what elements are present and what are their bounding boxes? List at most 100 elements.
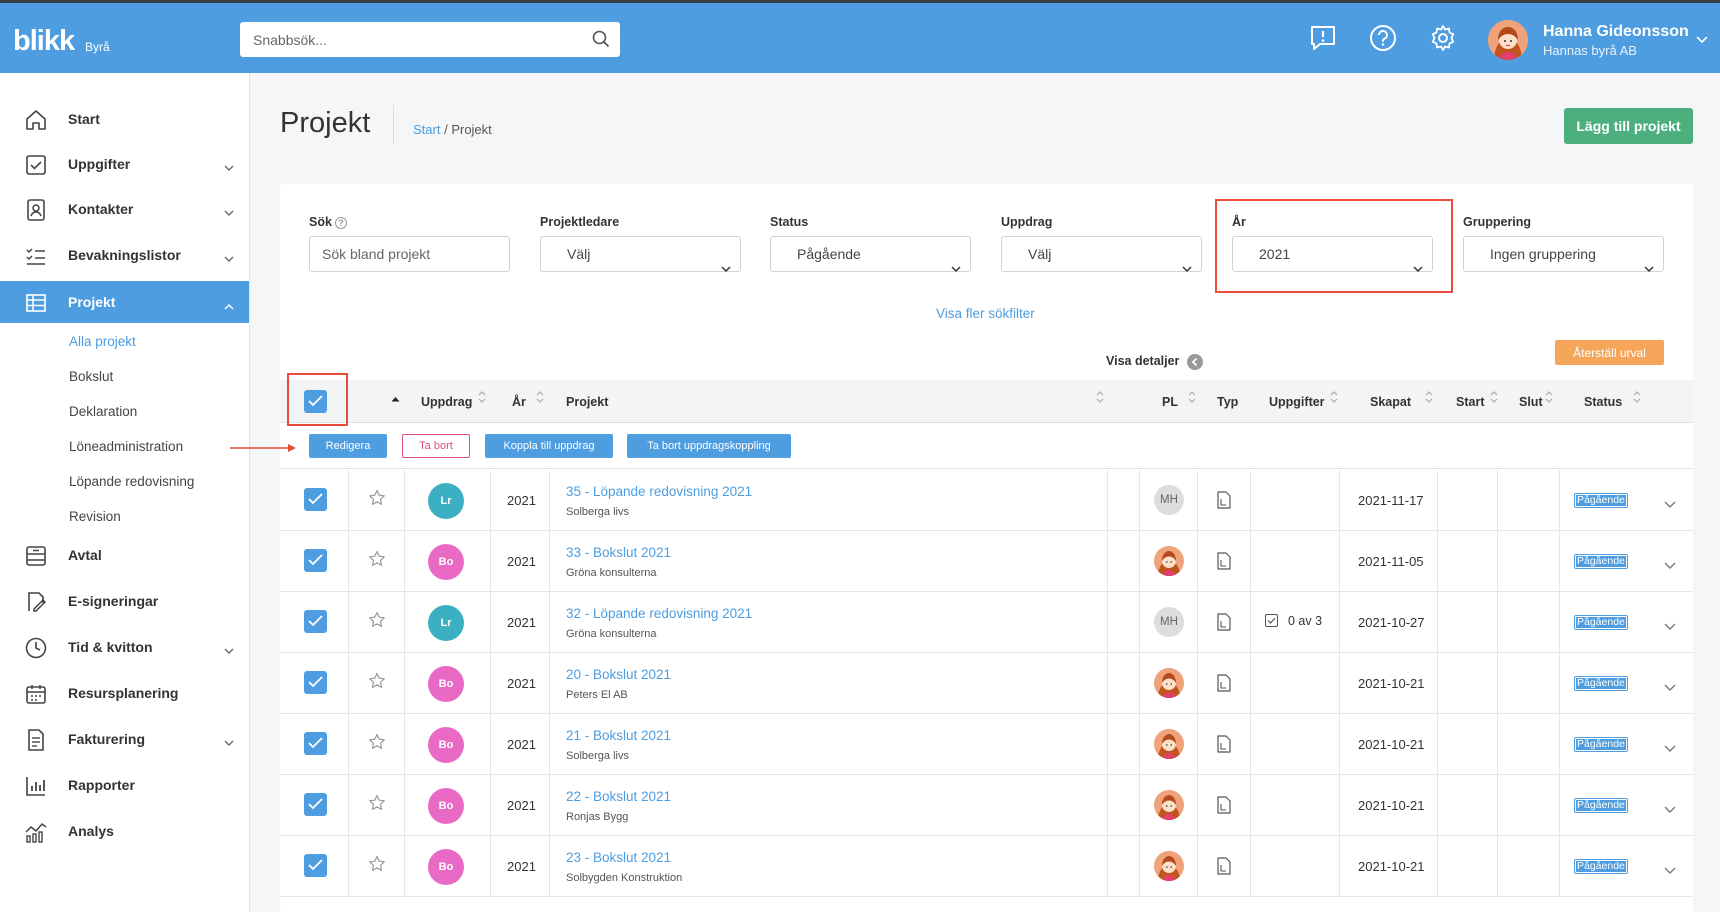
user-name[interactable]: Hanna Gideonsson — [1543, 23, 1689, 41]
sort-icon[interactable] — [1188, 390, 1196, 404]
chevron-down-icon[interactable] — [224, 734, 234, 752]
chevron-down-icon[interactable] — [1664, 679, 1676, 697]
table-row[interactable] — [280, 714, 1693, 775]
sidebar-subitem-lopande-redovisning[interactable]: Löpande redovisning — [69, 474, 194, 489]
sidebar-subitem-revision[interactable]: Revision — [69, 509, 121, 524]
row-checkbox[interactable] — [304, 488, 327, 511]
uppdrag-select[interactable]: Välj — [1001, 236, 1202, 273]
sidebar-subitem-alla-projekt[interactable]: Alla projekt — [69, 334, 136, 349]
quick-search[interactable] — [240, 22, 620, 57]
sort-icon[interactable] — [1425, 390, 1433, 404]
link-to-assignment-button[interactable]: Koppla till uppdrag — [485, 434, 613, 458]
star-icon[interactable] — [368, 611, 386, 634]
sort-icon[interactable] — [1633, 390, 1641, 404]
sidebar-subitem-deklaration[interactable]: Deklaration — [69, 404, 137, 419]
chevron-down-icon[interactable] — [1664, 618, 1676, 636]
reset-selection-button[interactable]: Återställ urval — [1555, 340, 1664, 365]
row-checkbox[interactable] — [304, 854, 327, 877]
sidebar-item-avtal[interactable]: Avtal — [0, 534, 249, 576]
breadcrumb-start[interactable]: Start — [413, 122, 440, 137]
column-header-skapat[interactable]: Skapat — [1370, 395, 1411, 409]
delete-button[interactable]: Ta bort — [402, 434, 470, 458]
chevron-down-icon[interactable] — [1664, 862, 1676, 880]
column-header-projekt[interactable]: Projekt — [566, 395, 608, 409]
row-checkbox[interactable] — [304, 549, 327, 572]
sidebar-item-rapporter[interactable]: Rapporter — [0, 764, 249, 806]
chevron-down-icon[interactable] — [1664, 496, 1676, 514]
status-select[interactable]: Pågående — [770, 236, 971, 273]
row-checkbox[interactable] — [304, 610, 327, 633]
chevron-down-icon[interactable] — [224, 250, 234, 268]
table-row[interactable] — [280, 775, 1693, 836]
star-icon[interactable] — [368, 550, 386, 573]
project-title-link[interactable]: 20 - Bokslut 2021 — [566, 667, 671, 682]
add-project-button[interactable]: Lägg till projekt — [1564, 108, 1693, 144]
chevron-down-icon[interactable] — [224, 159, 234, 177]
table-row[interactable] — [280, 653, 1693, 714]
chevron-up-icon[interactable] — [224, 297, 234, 315]
tasks-cell[interactable]: 0 av 3 — [1288, 614, 1322, 628]
sort-icon[interactable] — [478, 390, 486, 404]
star-icon[interactable] — [368, 855, 386, 878]
column-header-slut[interactable]: Slut — [1519, 395, 1543, 409]
table-row[interactable] — [280, 470, 1693, 531]
project-search-field[interactable] — [309, 236, 510, 272]
table-row[interactable] — [280, 836, 1693, 897]
star-icon[interactable] — [368, 489, 386, 512]
column-header-typ[interactable]: Typ — [1217, 395, 1238, 409]
column-header-start[interactable]: Start — [1456, 395, 1484, 409]
chevron-down-icon[interactable] — [224, 204, 234, 222]
column-header-uppdrag[interactable]: Uppdrag — [421, 395, 472, 409]
user-avatar[interactable] — [1488, 20, 1528, 60]
star-icon[interactable] — [368, 794, 386, 817]
sidebar-subitem-bokslut[interactable]: Bokslut — [69, 369, 113, 384]
sort-icon[interactable] — [1330, 390, 1338, 404]
table-row[interactable] — [280, 531, 1693, 592]
column-header-year[interactable]: År — [512, 395, 526, 409]
chevron-down-icon[interactable] — [1664, 557, 1676, 575]
sidebar-subitem-loneadministration[interactable]: Löneadministration — [69, 439, 183, 454]
edit-button[interactable]: Redigera — [309, 434, 387, 458]
sidebar-item-kontakter[interactable]: Kontakter — [0, 188, 249, 230]
chevron-left-icon[interactable] — [1187, 354, 1203, 370]
unlink-assignment-button[interactable]: Ta bort uppdragskoppling — [627, 434, 791, 458]
sidebar-item-e-signeringar[interactable]: E-signeringar — [0, 580, 249, 622]
sidebar-item-resursplanering[interactable]: Resursplanering — [0, 672, 249, 714]
project-title-link[interactable]: 22 - Bokslut 2021 — [566, 789, 671, 804]
sort-up-icon[interactable] — [391, 389, 400, 407]
sidebar-item-uppgifter[interactable]: Uppgifter — [0, 143, 249, 185]
show-details-label[interactable]: Visa detaljer — [1106, 354, 1179, 368]
search-icon[interactable] — [592, 30, 610, 53]
sidebar-item-bevakningslistor[interactable]: Bevakningslistor — [0, 234, 249, 276]
project-title-link[interactable]: 23 - Bokslut 2021 — [566, 850, 671, 865]
sidebar-item-projekt[interactable]: Projekt — [0, 281, 249, 323]
project-title-link[interactable]: 21 - Bokslut 2021 — [566, 728, 671, 743]
column-header-pl[interactable]: PL — [1162, 395, 1178, 409]
projektledare-select[interactable]: Välj — [540, 236, 741, 273]
logo[interactable]: blikk — [13, 25, 75, 58]
quick-search-input[interactable] — [240, 22, 570, 57]
chevron-down-icon[interactable] — [1664, 801, 1676, 819]
project-search-input[interactable] — [322, 246, 502, 262]
chevron-down-icon[interactable] — [224, 642, 234, 660]
sidebar-item-fakturering[interactable]: Fakturering — [0, 718, 249, 760]
sidebar-item-start[interactable]: Start — [0, 98, 249, 140]
feedback-icon[interactable] — [1308, 23, 1338, 53]
chevron-down-icon[interactable] — [1664, 740, 1676, 758]
project-title-link[interactable]: 33 - Bokslut 2021 — [566, 545, 671, 560]
column-header-uppgifter[interactable]: Uppgifter — [1269, 395, 1325, 409]
star-icon[interactable] — [368, 733, 386, 756]
project-title-link[interactable]: 32 - Löpande redovisning 2021 — [566, 606, 752, 621]
grouping-select[interactable]: Ingen gruppering — [1463, 236, 1664, 273]
chevron-down-icon[interactable] — [1696, 31, 1708, 49]
help-icon[interactable] — [1368, 23, 1398, 53]
sort-icon[interactable] — [1545, 390, 1553, 404]
sidebar-item-tid-kvitton[interactable]: Tid & kvitton — [0, 626, 249, 668]
sort-icon[interactable] — [536, 390, 544, 404]
gear-icon[interactable] — [1428, 23, 1458, 53]
star-icon[interactable] — [368, 672, 386, 695]
more-filters-link[interactable]: Visa fler sökfilter — [936, 306, 1035, 321]
table-row[interactable] — [280, 592, 1693, 653]
sort-icon[interactable] — [1096, 390, 1104, 404]
row-checkbox[interactable] — [304, 793, 327, 816]
